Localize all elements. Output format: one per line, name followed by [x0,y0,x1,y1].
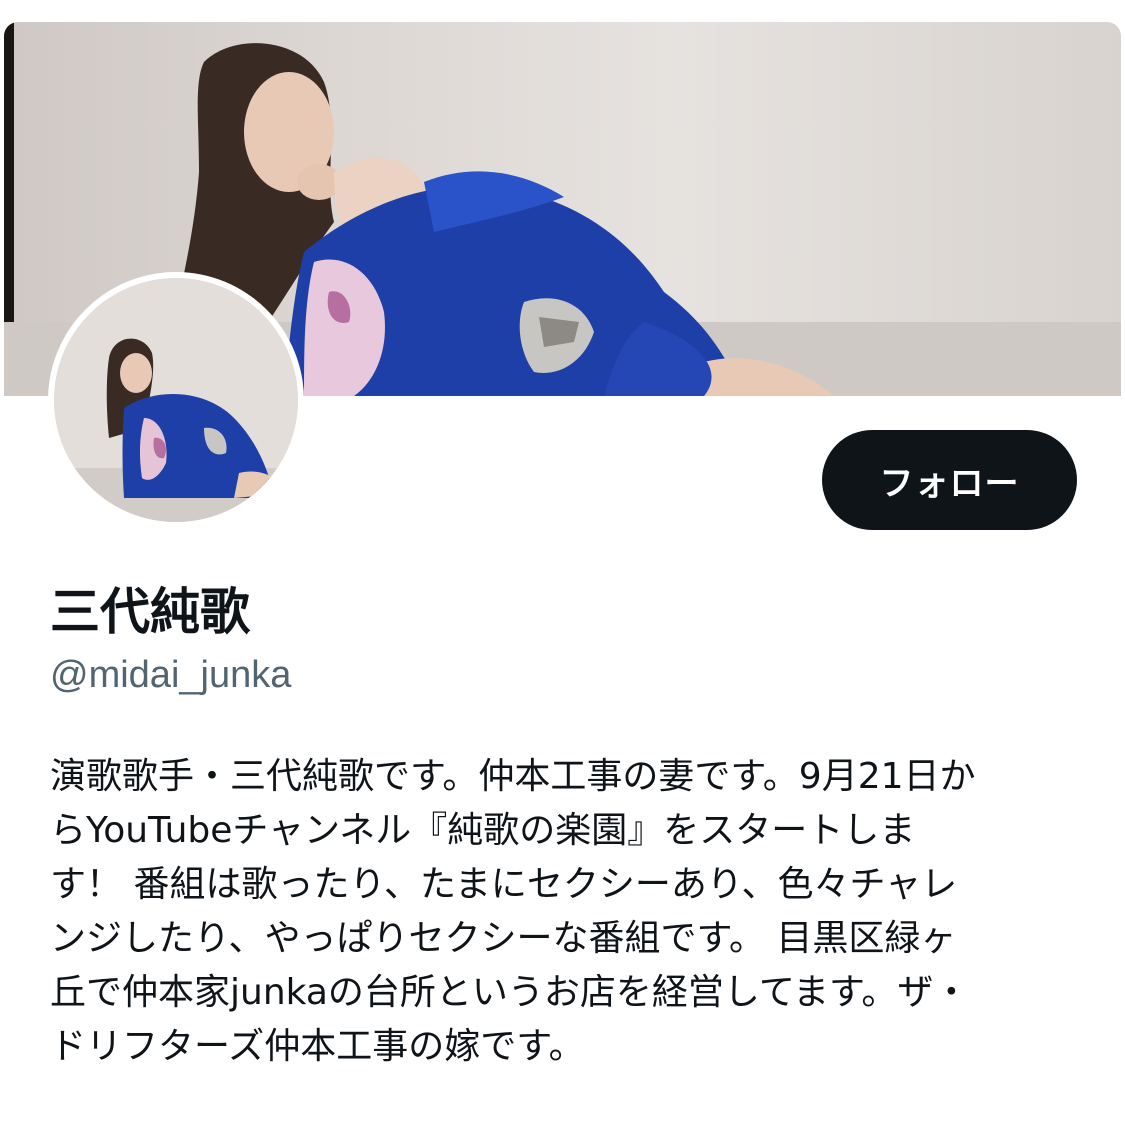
bio-line: ンジしたり、やっぱりセクシーな番組です。 目黒区緑ヶ [50,918,957,959]
bio-line: ドリフターズ仲本工事の嫁です。 [50,1026,585,1067]
profile-avatar[interactable] [48,272,304,528]
follow-button[interactable]: フォロー [822,430,1077,530]
avatar-photo [54,278,298,522]
bio-line: す！ 番組は歌ったり、たまにセクシーあり、色々チャレ [50,864,958,905]
bio-line: 演歌歌手・三代純歌です。仲本工事の妻です。9月21日か [50,756,976,797]
user-handle: @midai_junka [50,654,292,696]
avatar-image [54,278,298,522]
bio-line: らYouTubeチャンネル『純歌の楽園』をスタートしま [50,810,916,851]
display-name: 三代純歌 [50,583,250,641]
profile-bio: 演歌歌手・三代純歌です。仲本工事の妻です。9月21日か らYouTubeチャンネ… [50,750,1050,1074]
bio-line: 丘で仲本家junkaの台所というお店を経営してます。ザ・ [50,972,970,1013]
